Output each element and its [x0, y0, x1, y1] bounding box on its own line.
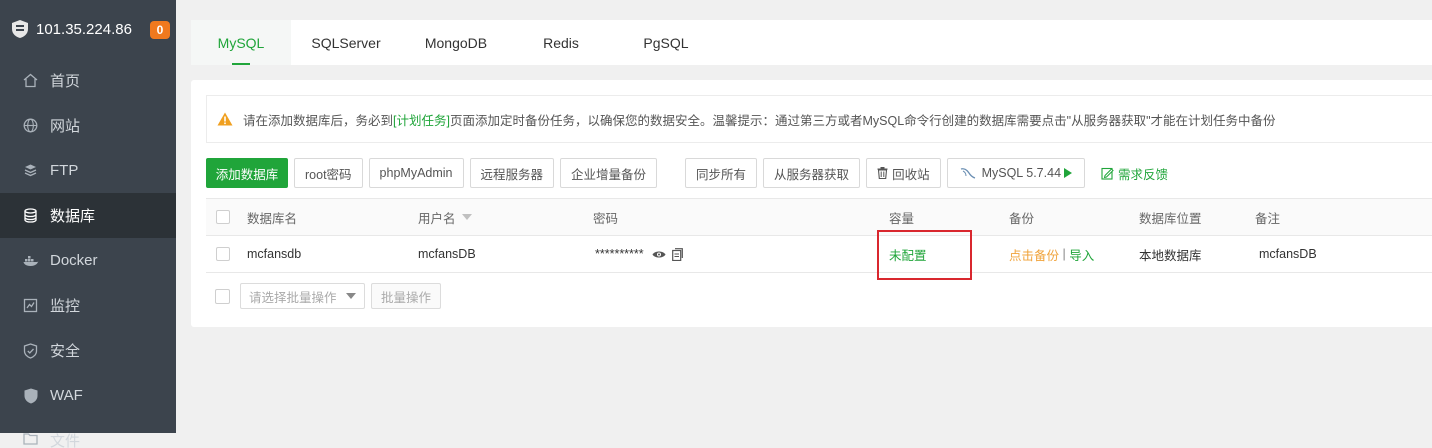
globe-icon	[22, 117, 39, 134]
toolbar: 添加数据库 root密码 phpMyAdmin 远程服务器 企业增量备份 同步所…	[206, 158, 1168, 188]
header-backup: 备份	[1009, 211, 1035, 226]
backup-separator: |	[1059, 247, 1070, 261]
tab-sqlserver[interactable]: SQLServer	[291, 20, 401, 65]
incremental-backup-button[interactable]: 企业增量备份	[560, 158, 658, 188]
header-user[interactable]: 用户名	[418, 199, 472, 235]
database-icon	[22, 207, 39, 224]
db-password-cell: **********	[595, 236, 689, 272]
sidebar-item-label: 网站	[50, 118, 81, 135]
trash-icon	[877, 167, 888, 179]
remote-server-button[interactable]: 远程服务器	[469, 158, 555, 188]
sidebar-item-database[interactable]: 数据库	[0, 193, 176, 238]
database-table: 数据库名 用户名 密码 容量 备份 数据库位置 备注 mcfansdb mcfa…	[206, 198, 1432, 280]
db-capacity-status[interactable]: 未配置	[889, 236, 927, 272]
add-database-button[interactable]: 添加数据库	[206, 158, 288, 188]
play-triangle-icon	[1064, 168, 1073, 178]
backup-notice: 请在添加数据库后，务必到 [计划任务] 页面添加定时备份任务，以确保您的数据安全。温…	[206, 95, 1432, 143]
phpmyadmin-button[interactable]: phpMyAdmin	[368, 158, 464, 188]
copy-icon[interactable]	[671, 247, 683, 261]
db-password: **********	[595, 247, 644, 261]
server-ip: 101.35.224.86	[36, 20, 132, 38]
db-name: mcfansdb	[247, 247, 302, 261]
table-header: 数据库名 用户名 密码 容量 备份 数据库位置 备注	[206, 199, 1432, 236]
select-all-checkbox[interactable]	[216, 210, 230, 224]
batch-select-checkbox[interactable]	[215, 288, 230, 304]
sync-all-button[interactable]: 同步所有	[685, 158, 758, 188]
header-note: 备注	[1255, 211, 1281, 226]
waf-shield-icon	[22, 387, 39, 404]
feedback-link[interactable]: 需求反馈	[1101, 164, 1168, 183]
batch-select-placeholder: 请选择批量操作	[249, 290, 337, 305]
tab-redis[interactable]: Redis	[511, 20, 611, 65]
home-icon	[22, 72, 39, 89]
table-row: mcfansdb mcfansDB ********** 未配置 点击备份 | …	[206, 230, 1432, 280]
recycle-bin-label: 回收站	[892, 167, 930, 182]
sidebar-item-waf[interactable]: WAF	[0, 373, 176, 418]
tab-mongodb[interactable]: MongoDB	[401, 20, 511, 65]
tab-pgsql[interactable]: PgSQL	[611, 20, 721, 65]
sidebar-item-label: FTP	[50, 162, 79, 179]
warning-icon	[217, 112, 233, 126]
sidebar-item-docker[interactable]: Docker	[0, 238, 176, 283]
row-select-cell	[216, 236, 230, 272]
server-header[interactable]: 101.35.224.86 0	[0, 0, 176, 58]
feedback-label: 需求反馈	[1118, 167, 1169, 182]
select-all-cell	[216, 199, 230, 235]
sidebar-item-label: 数据库	[50, 208, 96, 225]
batch-operation-select[interactable]: 请选择批量操作	[240, 283, 365, 309]
docker-icon	[22, 252, 39, 269]
sidebar-item-files[interactable]: 文件	[0, 418, 176, 448]
database-panel: 请在添加数据库后，务必到 [计划任务] 页面添加定时备份任务，以确保您的数据安全。温…	[191, 80, 1432, 327]
ftp-icon	[22, 162, 39, 179]
sidebar-item-label: 安全	[50, 343, 81, 360]
sidebar-item-label: 监控	[50, 298, 81, 315]
backup-now-link[interactable]: 点击备份	[1009, 245, 1059, 264]
header-user-label: 用户名	[418, 211, 456, 226]
row-checkbox[interactable]	[216, 247, 230, 261]
sidebar-item-label: 首页	[50, 73, 81, 90]
notification-badge[interactable]: 0	[150, 21, 170, 39]
header-location: 数据库位置	[1139, 211, 1202, 226]
sidebar-item-home[interactable]: 首页	[0, 58, 176, 103]
sidebar: 101.35.224.86 0 首页 网站 FTP 数据库 Docker 监控 …	[0, 0, 176, 448]
sidebar-item-label: Docker	[50, 252, 98, 269]
sidebar-item-monitor[interactable]: 监控	[0, 283, 176, 328]
sidebar-item-website[interactable]: 网站	[0, 103, 176, 148]
server-shield-icon	[12, 20, 28, 38]
fetch-from-server-button[interactable]: 从服务器获取	[763, 158, 861, 188]
batch-operation-button[interactable]: 批量操作	[371, 283, 442, 309]
import-link[interactable]: 导入	[1069, 245, 1094, 264]
header-name: 数据库名	[247, 211, 298, 226]
shield-icon	[22, 342, 39, 359]
sort-down-icon[interactable]	[461, 214, 472, 220]
header-password: 密码	[593, 211, 619, 226]
mysql-version-label: MySQL 5.7.44	[981, 166, 1062, 180]
notice-suffix: 页面添加定时备份任务，以确保您的数据安全。温馨提示：通过第三方或者MySQL命令…	[449, 113, 1276, 128]
mysql-version-button[interactable]: MySQL 5.7.44	[946, 158, 1086, 188]
db-location: 本地数据库	[1139, 248, 1202, 263]
cron-task-link[interactable]: [计划任务]	[393, 110, 450, 129]
edit-icon	[1101, 167, 1114, 180]
notice-prefix: 请在添加数据库后，务必到	[243, 113, 394, 128]
sidebar-item-ftp[interactable]: FTP	[0, 148, 176, 193]
tab-mysql[interactable]: MySQL	[191, 20, 291, 65]
mysql-dolphin-icon	[960, 167, 976, 179]
db-note[interactable]: mcfansDB	[1259, 236, 1317, 272]
root-password-button[interactable]: root密码	[294, 158, 363, 188]
chevron-down-icon	[346, 293, 356, 299]
recycle-bin-button[interactable]: 回收站	[866, 158, 941, 188]
monitor-icon	[22, 297, 39, 314]
db-user: mcfansDB	[418, 247, 476, 261]
sidebar-item-security[interactable]: 安全	[0, 328, 176, 373]
db-backup-cell: 点击备份 | 导入	[1009, 236, 1094, 272]
batch-operation-bar: 请选择批量操作 批量操作	[215, 283, 442, 309]
eye-icon[interactable]	[652, 250, 666, 259]
database-type-tabs: MySQL SQLServer MongoDB Redis PgSQL	[191, 20, 1432, 65]
sidebar-item-label: WAF	[50, 387, 83, 404]
